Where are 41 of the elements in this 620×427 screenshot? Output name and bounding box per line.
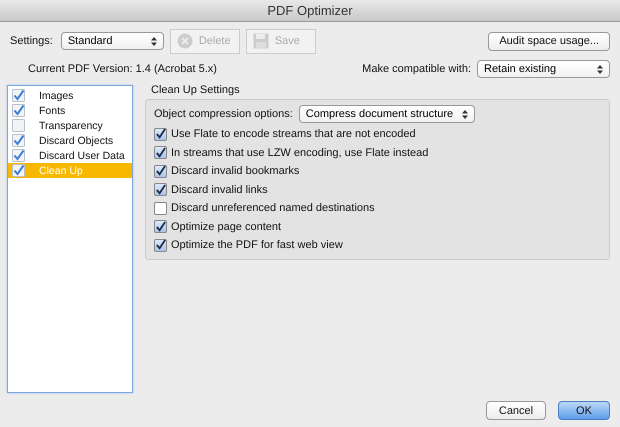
checkbox-icon[interactable] [12, 119, 25, 132]
updown-arrow-icon [150, 36, 157, 46]
compression-label: Object compression options: [154, 108, 293, 120]
pdf-version-text: Current PDF Version: 1.4 (Acrobat 5.x) [28, 63, 217, 75]
delete-icon [176, 33, 193, 49]
category-item[interactable]: Discard User Data [8, 148, 132, 163]
cancel-button[interactable]: Cancel [486, 401, 546, 420]
option-label: Optimize page content [171, 220, 282, 233]
compression-dropdown[interactable]: Compress document structure [298, 105, 475, 123]
option-label: In streams that use LZW encoding, use Flate instead [171, 146, 428, 159]
window-title: PDF Optimizer [267, 3, 353, 18]
checked-checkbox-icon[interactable] [12, 149, 25, 162]
checkbox[interactable] [154, 146, 167, 160]
checked-checkbox-icon[interactable] [12, 104, 25, 117]
settings-dropdown[interactable]: Standard [60, 32, 164, 50]
updown-arrow-icon [597, 64, 603, 74]
audit-space-usage-button[interactable]: Audit space usage... [488, 32, 610, 50]
option-label: Discard invalid bookmarks [171, 165, 300, 178]
checkbox[interactable] [154, 164, 167, 178]
checkbox[interactable] [154, 183, 167, 196]
checked-checkbox-icon[interactable] [12, 89, 25, 102]
option-label: Use Flate to encode streams that are not encoded [171, 128, 416, 140]
settings-label: Settings: [10, 35, 53, 47]
checked-checkbox-icon[interactable] [12, 134, 25, 147]
category-item[interactable]: Images [8, 88, 132, 103]
ok-button[interactable]: OK [558, 401, 610, 420]
checkbox[interactable] [154, 202, 167, 215]
category-item[interactable]: Discard Objects [8, 133, 132, 148]
category-item[interactable]: Fonts [8, 103, 132, 118]
compatibility-dropdown[interactable]: Retain existing [477, 60, 610, 78]
checkbox[interactable] [154, 220, 167, 234]
option-label: Discard unreferenced named destinations [171, 202, 375, 214]
panel-title: Clean Up Settings [150, 84, 241, 96]
option-label: Discard invalid links [171, 184, 268, 196]
updown-arrow-icon [462, 110, 468, 118]
checkbox[interactable] [154, 238, 167, 252]
checked-checkbox-icon[interactable] [12, 164, 25, 177]
checkbox[interactable] [154, 128, 167, 141]
compatibility-label: Make compatible with: [362, 63, 471, 75]
option-label: Optimize the PDF for fast web view [171, 239, 343, 252]
category-item[interactable]: Transparency [8, 118, 132, 133]
